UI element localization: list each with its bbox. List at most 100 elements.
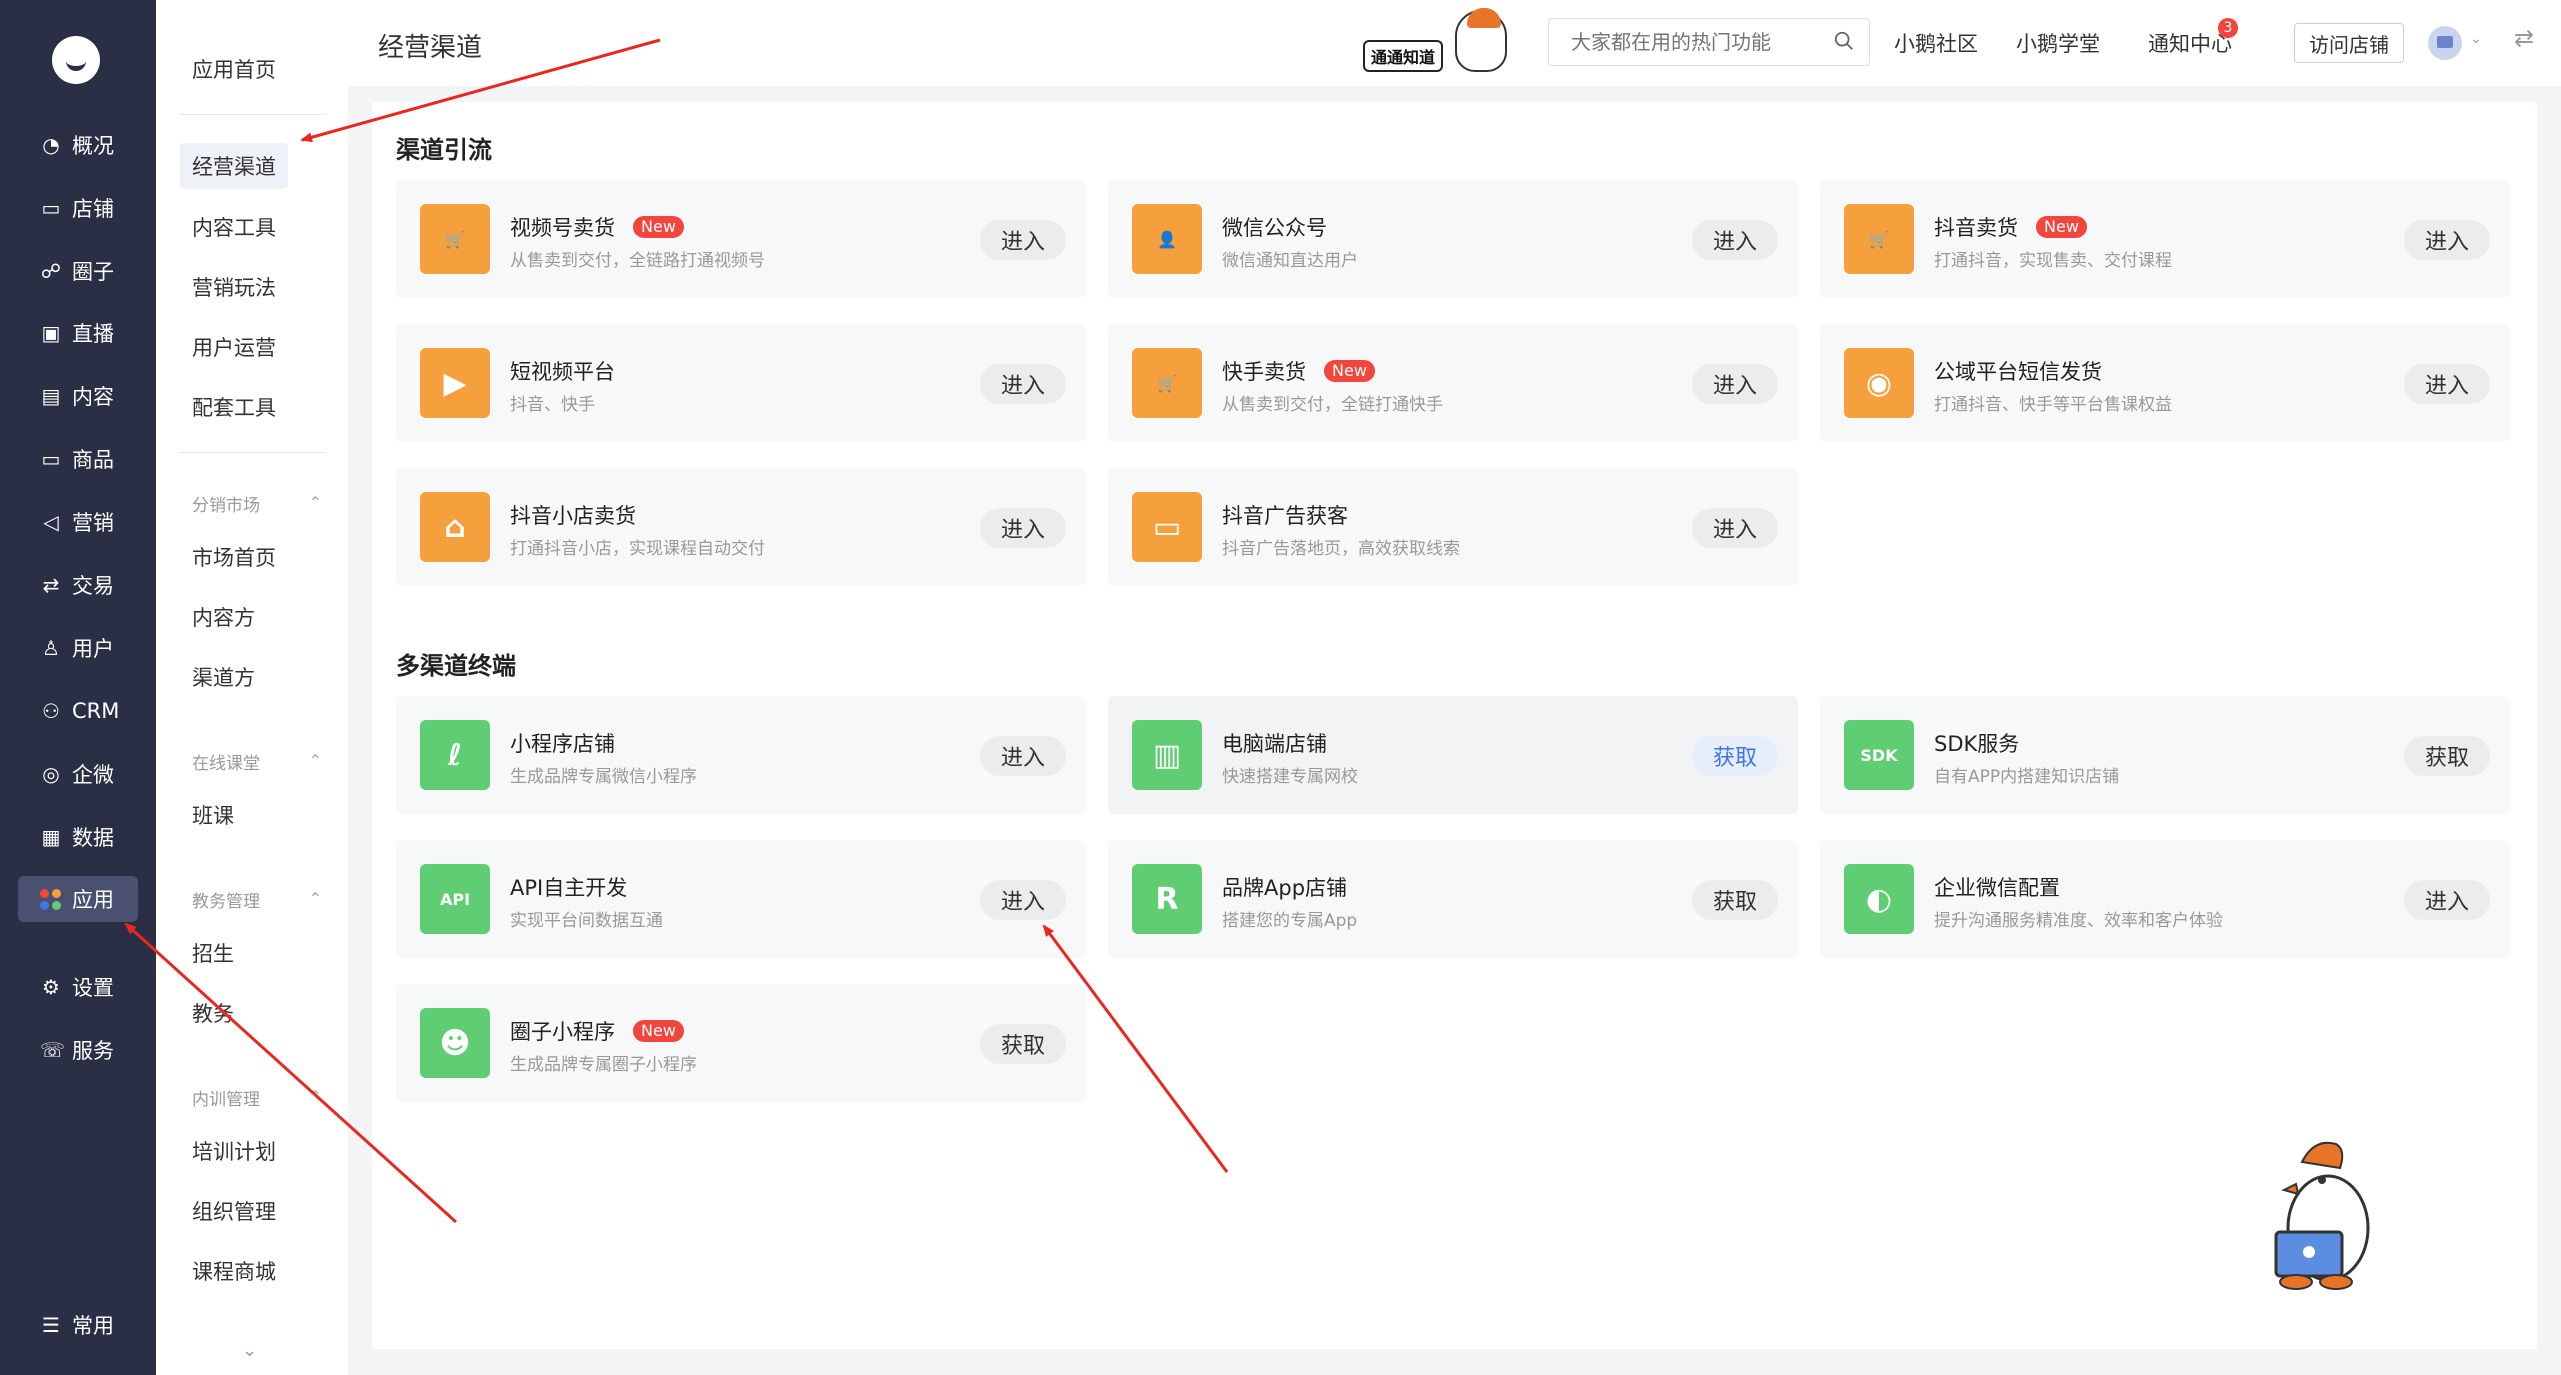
subnav-item-channels[interactable]: 经营渠道 <box>180 143 288 189</box>
card-description: 从售卖到交付，全链路打通视频号 <box>510 251 765 271</box>
nav-item-overview[interactable]: ◔ 概况 <box>18 122 138 168</box>
subnav-item-support-tools[interactable]: 配套工具 <box>192 392 276 422</box>
nav-item-marketing[interactable]: ◁ 营销 <box>18 499 138 545</box>
nav-item-label: 店铺 <box>72 197 114 221</box>
nav-item-store[interactable]: ▭ 店铺 <box>18 185 138 231</box>
subnav-item-org[interactable]: 组织管理 <box>192 1196 276 1226</box>
subnav-item-class[interactable]: 班课 <box>192 800 234 830</box>
nav-item-service[interactable]: ☏ 服务 <box>18 1027 138 1073</box>
enter-button[interactable]: 进入 <box>2404 364 2490 404</box>
get-button[interactable]: 获取 <box>1692 736 1778 776</box>
nav-item-apps[interactable]: 应用 <box>18 876 138 922</box>
enter-button[interactable]: 进入 <box>980 508 1066 548</box>
channel-card[interactable]: 🛒 快手卖货 New 从售卖到交付，全链打通快手 进入 <box>1108 324 1798 442</box>
new-badge: New <box>1324 360 1375 382</box>
channel-icon: 🛒 <box>420 204 490 274</box>
channel-card[interactable]: 🛒 抖音卖货 New 打通抖音，实现售卖、交付课程 进入 <box>1820 180 2510 298</box>
community-link[interactable]: 小鹅社区 <box>1894 28 1978 58</box>
subnav-item-app-home[interactable]: 应用首页 <box>192 54 276 84</box>
channel-card[interactable]: ▭ 抖音广告获客 抖音广告落地页，高效获取线索 进入 <box>1108 468 1798 586</box>
enter-button[interactable]: 进入 <box>980 364 1066 404</box>
search-input[interactable] <box>1549 19 1809 65</box>
card-title: 电脑端店铺 <box>1222 732 1327 756</box>
card-name-row: 企业微信配置 <box>1934 872 2060 902</box>
get-button[interactable]: 获取 <box>1692 880 1778 920</box>
nav-item-settings[interactable]: ⚙ 设置 <box>18 964 138 1010</box>
subnav-group-training[interactable]: 内训管理 <box>192 1085 322 1110</box>
enter-button[interactable]: 进入 <box>980 880 1066 920</box>
card-title: API自主开发 <box>510 876 628 900</box>
nav-item-goods[interactable]: ▭ 商品 <box>18 436 138 482</box>
subnav-item-market-home[interactable]: 市场首页 <box>192 542 276 572</box>
nav-item-circle[interactable]: ☍ 圈子 <box>18 248 138 294</box>
enter-button[interactable]: 进入 <box>1692 220 1778 260</box>
channel-icon: ⌂ <box>420 492 490 562</box>
subnav-item-content-side[interactable]: 内容方 <box>192 602 255 632</box>
nav-item-common[interactable]: ☰ 常用 <box>18 1302 138 1348</box>
subnav-group-distribution[interactable]: 分销市场 <box>192 491 322 516</box>
channel-card[interactable]: R 品牌App店铺 搭建您的专属App 获取 <box>1108 840 1798 958</box>
logo[interactable] <box>52 36 100 84</box>
enter-button[interactable]: 进入 <box>1692 508 1778 548</box>
subnav-item-user-ops[interactable]: 用户运营 <box>192 332 276 362</box>
academy-link[interactable]: 小鹅学堂 <box>2016 28 2100 58</box>
channel-card[interactable]: API API自主开发 实现平台间数据互通 进入 <box>396 840 1086 958</box>
nav-item-user[interactable]: ♙ 用户 <box>18 625 138 671</box>
subnav-item-enroll[interactable]: 招生 <box>192 938 234 968</box>
nav-item-wecom[interactable]: ◎ 企微 <box>18 751 138 797</box>
nav-item-label: 内容 <box>72 385 114 409</box>
enter-button[interactable]: 进入 <box>980 220 1066 260</box>
promo-banner[interactable]: 通通知道 <box>1355 6 1517 78</box>
chevron-down-icon[interactable]: ⌄ <box>242 1340 257 1361</box>
channel-card[interactable]: SDK SDK服务 自有APP内搭建知识店铺 获取 <box>1820 696 2510 814</box>
icon-glyph: ◐ <box>1865 881 1893 917</box>
subnav-item-channel-side[interactable]: 渠道方 <box>192 662 255 692</box>
subnav-item-course-mall[interactable]: 课程商城 <box>192 1256 276 1286</box>
channel-card[interactable]: 🛒 视频号卖货 New 从售卖到交付，全链路打通视频号 进入 <box>396 180 1086 298</box>
nav-item-crm[interactable]: ⚇ CRM <box>18 688 138 734</box>
get-button[interactable]: 获取 <box>2404 736 2490 776</box>
store-avatar[interactable] <box>2428 26 2462 60</box>
channel-icon: ◐ <box>1844 864 1914 934</box>
subnav-item-content-tools[interactable]: 内容工具 <box>192 212 276 242</box>
nav-item-content[interactable]: ▤ 内容 <box>18 373 138 419</box>
icon-glyph: ℓ <box>447 737 463 773</box>
card-title: 企业微信配置 <box>1934 876 2060 900</box>
enter-button[interactable]: 进入 <box>1692 364 1778 404</box>
channel-card[interactable]: ⌂ 抖音小店卖货 打通抖音小店，实现课程自动交付 进入 <box>396 468 1086 586</box>
nav-item-trade[interactable]: ⇄ 交易 <box>18 562 138 608</box>
nav-item-live[interactable]: ▣ 直播 <box>18 310 138 356</box>
channel-card[interactable]: 👤 微信公众号 微信通知直达用户 进入 <box>1108 180 1798 298</box>
get-button[interactable]: 获取 <box>980 1024 1066 1064</box>
live-icon: ▣ <box>41 321 61 345</box>
channel-card[interactable]: ☻ 圈子小程序 New 生成品牌专属圈子小程序 获取 <box>396 984 1086 1102</box>
enter-button[interactable]: 进入 <box>2404 220 2490 260</box>
enter-button[interactable]: 进入 <box>2404 880 2490 920</box>
channel-card[interactable]: ◉ 公域平台短信发货 打通抖音、快手等平台售课权益 进入 <box>1820 324 2510 442</box>
visit-store-button[interactable]: 访问店铺 <box>2294 23 2404 63</box>
channel-card[interactable]: ▶ 短视频平台 抖音、快手 进入 <box>396 324 1086 442</box>
main-nav: ◔ 概况 ▭ 店铺 ☍ 圈子 ▣ 直播 ▤ 内容 ▭ 商品 ◁ 营销 ⇄ 交易 ♙ 用户 ⚇ CRM ◎ 企微 ▦ 数据应用 ⚙… <box>0 0 156 1375</box>
enter-button[interactable]: 进入 <box>980 736 1066 776</box>
subnav-item-training-plan[interactable]: 培训计划 <box>192 1136 276 1166</box>
card-description: 打通抖音，实现售卖、交付课程 <box>1934 251 2172 271</box>
switch-icon[interactable]: ⇄ <box>2514 24 2534 52</box>
channel-card[interactable]: ◐ 企业微信配置 提升沟通服务精准度、效率和客户体验 进入 <box>1820 840 2510 958</box>
subnav-item-academic[interactable]: 教务 <box>192 998 234 1028</box>
channel-card[interactable]: ℓ 小程序店铺 生成品牌专属微信小程序 进入 <box>396 696 1086 814</box>
channel-icon: SDK <box>1844 720 1914 790</box>
nav-item-label: 服务 <box>72 1039 114 1063</box>
search-icon[interactable] <box>1833 30 1855 52</box>
subnav-group-academic[interactable]: 教务管理 <box>192 887 322 912</box>
icon-glyph: 🛒 <box>1157 373 1177 393</box>
channel-card[interactable]: ▥ 电脑端店铺 快速搭建专属网校 获取 <box>1108 696 1798 814</box>
card-title: 视频号卖货 <box>510 216 615 240</box>
search-box[interactable] <box>1548 18 1870 66</box>
nav-item-label: 营销 <box>72 511 114 535</box>
subnav-item-marketing[interactable]: 营销玩法 <box>192 272 276 302</box>
nav-item-data[interactable]: ▦ 数据 <box>18 814 138 860</box>
card-title: SDK服务 <box>1934 732 2020 756</box>
card-name-row: API自主开发 <box>510 872 627 902</box>
subnav-group-online-class[interactable]: 在线课堂 <box>192 749 322 774</box>
chevron-down-icon[interactable]: ⌄ <box>2470 31 2482 47</box>
